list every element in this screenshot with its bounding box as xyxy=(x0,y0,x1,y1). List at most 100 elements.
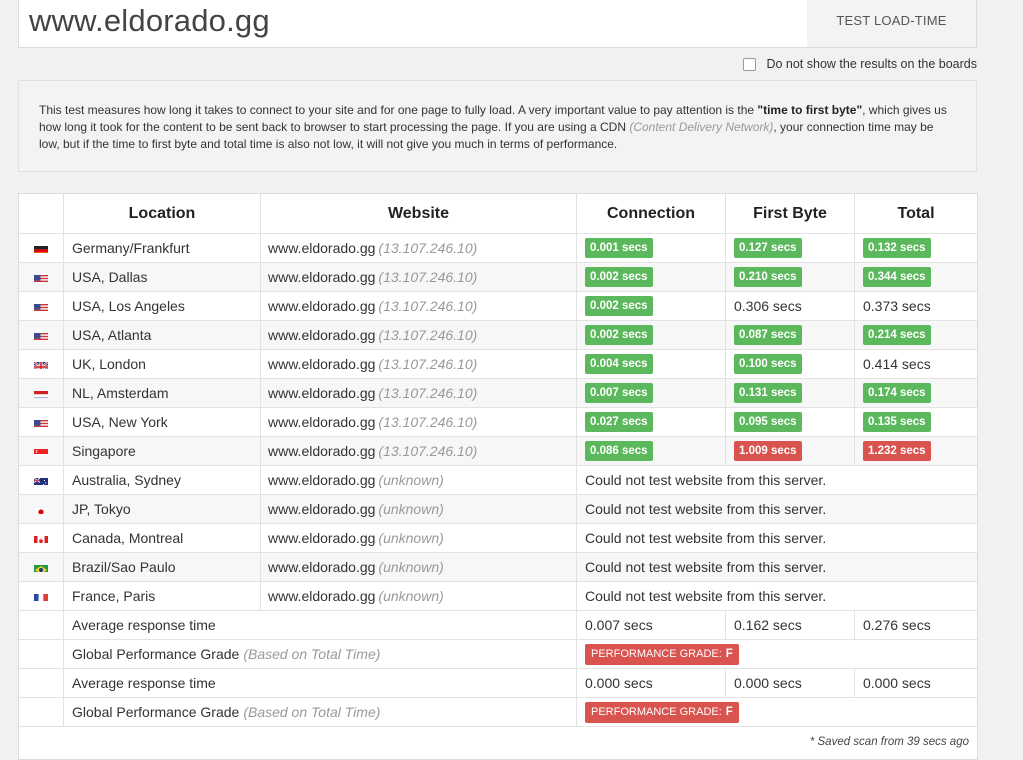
url-input[interactable]: www.eldorado.gg xyxy=(29,1,270,41)
us-flag-icon xyxy=(34,417,48,427)
error-cell: Could not test website from this server. xyxy=(577,582,977,610)
connection-cell: 0.007 secs xyxy=(577,379,726,407)
location-header: Location xyxy=(64,194,261,233)
info-box: This test measures how long it takes to … xyxy=(18,80,977,172)
website-cell: www.eldorado.gg(unknown) xyxy=(261,466,577,494)
avg-connection: 0.000 secs xyxy=(577,669,726,697)
time-badge: 0.135 secs xyxy=(863,412,931,432)
flag-cell xyxy=(19,234,64,262)
flag-cell xyxy=(19,292,64,320)
flag-cell xyxy=(19,379,64,407)
summary-label: Average response time xyxy=(64,669,577,697)
website-cell: www.eldorado.gg(unknown) xyxy=(261,495,577,523)
website-host: www.eldorado.gg xyxy=(268,327,375,343)
website-host: www.eldorado.gg xyxy=(268,443,375,459)
time-value: 0.306 secs xyxy=(734,298,802,314)
flag-header xyxy=(19,194,64,233)
us-flag-icon xyxy=(34,301,48,311)
grade-label-cell: Global Performance Grade(Based on Total … xyxy=(64,640,577,668)
time-value: 0.414 secs xyxy=(863,356,931,372)
summary-flag-cell xyxy=(19,669,64,697)
table-summary: Average response time0.007 secs0.162 sec… xyxy=(19,611,977,727)
website-ip: (13.107.246.10) xyxy=(378,356,477,372)
first-byte-cell: 0.306 secs xyxy=(726,292,855,320)
saved-scan-note: * Saved scan from 39 secs ago xyxy=(810,736,969,748)
grade-letter: F xyxy=(726,648,733,660)
total-cell: 0.135 secs xyxy=(855,408,977,436)
website-ip: (13.107.246.10) xyxy=(378,443,477,459)
table-row: USA, New Yorkwww.eldorado.gg(13.107.246.… xyxy=(19,408,977,437)
first-byte-cell: 0.095 secs xyxy=(726,408,855,436)
table-body: Germany/Frankfurtwww.eldorado.gg(13.107.… xyxy=(19,234,977,611)
first-byte-cell: 0.131 secs xyxy=(726,379,855,407)
website-ip: (unknown) xyxy=(378,472,443,488)
website-host: www.eldorado.gg xyxy=(268,385,375,401)
connection-cell: 0.002 secs xyxy=(577,292,726,320)
table-row: Australia, Sydneywww.eldorado.gg(unknown… xyxy=(19,466,977,495)
info-bold: "time to first byte" xyxy=(757,103,862,117)
flag-cell xyxy=(19,350,64,378)
website-cell: www.eldorado.gg(13.107.246.10) xyxy=(261,350,577,378)
website-cell: www.eldorado.gg(13.107.246.10) xyxy=(261,379,577,407)
grade-badge-label: PERFORMANCE GRADE: xyxy=(591,706,722,718)
summary-flag-cell xyxy=(19,611,64,639)
time-badge: 1.232 secs xyxy=(863,441,931,461)
website-ip: (13.107.246.10) xyxy=(378,385,477,401)
info-text-1: This test measures how long it takes to … xyxy=(39,103,757,117)
website-cell: www.eldorado.gg(unknown) xyxy=(261,553,577,581)
error-cell: Could not test website from this server. xyxy=(577,466,977,494)
website-host: www.eldorado.gg xyxy=(268,414,375,430)
table-row: France, Pariswww.eldorado.gg(unknown)Cou… xyxy=(19,582,977,611)
website-host: www.eldorado.gg xyxy=(268,530,375,546)
table-row: USA, Los Angeleswww.eldorado.gg(13.107.2… xyxy=(19,292,977,321)
hide-results-option[interactable]: Do not show the results on the boards xyxy=(743,56,977,72)
website-host: www.eldorado.gg xyxy=(268,588,375,604)
website-cell: www.eldorado.gg(13.107.246.10) xyxy=(261,437,577,465)
time-badge: 0.086 secs xyxy=(585,441,653,461)
first-byte-header: First Byte xyxy=(726,194,855,233)
jp-flag-icon xyxy=(34,504,48,514)
summary-label: Average response time xyxy=(64,611,577,639)
location-cell: USA, Dallas xyxy=(64,263,261,291)
avg-connection: 0.007 secs xyxy=(577,611,726,639)
table-row: UK, Londonwww.eldorado.gg(13.107.246.10)… xyxy=(19,350,977,379)
url-bar: www.eldorado.gg TEST LOAD-TIME xyxy=(18,0,977,48)
time-badge: 0.127 secs xyxy=(734,238,802,258)
time-badge: 0.344 secs xyxy=(863,267,931,287)
grade-cell: PERFORMANCE GRADE:F xyxy=(577,698,977,726)
first-byte-cell: 0.100 secs xyxy=(726,350,855,378)
test-load-time-button[interactable]: TEST LOAD-TIME xyxy=(807,0,976,47)
time-badge: 0.004 secs xyxy=(585,354,653,374)
summary-row: Global Performance Grade(Based on Total … xyxy=(19,640,977,669)
total-cell: 1.232 secs xyxy=(855,437,977,465)
grade-badge-label: PERFORMANCE GRADE: xyxy=(591,648,722,660)
time-badge: 1.009 secs xyxy=(734,441,802,461)
time-value: 0.373 secs xyxy=(863,298,931,314)
table-row: USA, Atlantawww.eldorado.gg(13.107.246.1… xyxy=(19,321,977,350)
time-badge: 0.027 secs xyxy=(585,412,653,432)
website-ip: (13.107.246.10) xyxy=(378,269,477,285)
table-footer: * Saved scan from 39 secs ago xyxy=(19,727,977,759)
website-cell: www.eldorado.gg(13.107.246.10) xyxy=(261,408,577,436)
connection-cell: 0.002 secs xyxy=(577,263,726,291)
time-badge: 0.095 secs xyxy=(734,412,802,432)
sg-flag-icon xyxy=(34,446,48,456)
time-badge: 0.002 secs xyxy=(585,267,653,287)
results-table: Location Website Connection First Byte T… xyxy=(18,193,978,760)
hide-results-checkbox[interactable] xyxy=(743,58,756,71)
flag-cell xyxy=(19,582,64,610)
connection-cell: 0.004 secs xyxy=(577,350,726,378)
flag-cell xyxy=(19,553,64,581)
time-badge: 0.132 secs xyxy=(863,238,931,258)
website-host: www.eldorado.gg xyxy=(268,501,375,517)
total-cell: 0.344 secs xyxy=(855,263,977,291)
fr-flag-icon xyxy=(34,591,48,601)
location-cell: Australia, Sydney xyxy=(64,466,261,494)
first-byte-cell: 1.009 secs xyxy=(726,437,855,465)
website-cell: www.eldorado.gg(unknown) xyxy=(261,582,577,610)
grade-cell: PERFORMANCE GRADE: F xyxy=(577,640,977,668)
connection-cell: 0.027 secs xyxy=(577,408,726,436)
time-badge: 0.007 secs xyxy=(585,383,653,403)
location-cell: Germany/Frankfurt xyxy=(64,234,261,262)
location-cell: USA, New York xyxy=(64,408,261,436)
